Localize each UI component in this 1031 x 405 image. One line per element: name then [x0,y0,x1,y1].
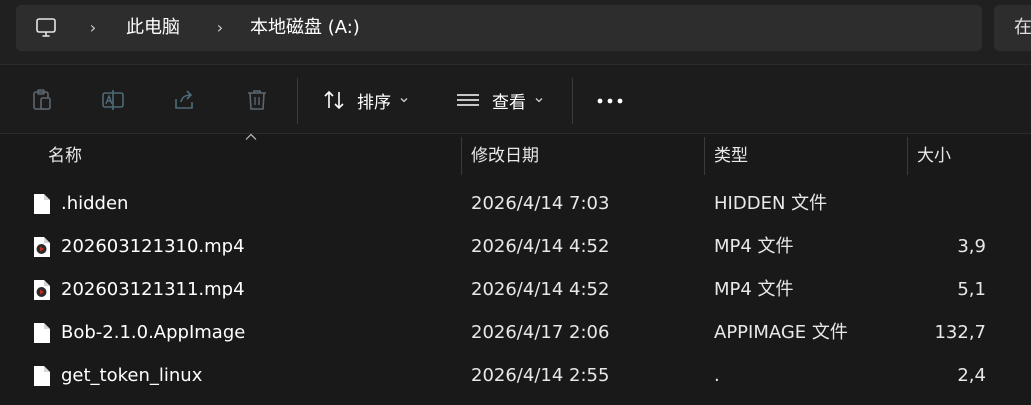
column-divider[interactable] [461,137,462,175]
breadcrumb-local-disk[interactable]: 本地磁盘 (A:) [250,18,360,38]
column-header-name[interactable]: 名称 [48,135,82,177]
file-size: 3,9 [957,236,986,257]
chevron-down-icon [400,98,408,103]
file-size: 5,1 [957,279,986,300]
column-divider[interactable] [907,137,908,175]
file-type: APPIMAGE 文件 [714,322,848,343]
breadcrumb-chevron-icon[interactable]: › [213,18,227,38]
vertical-scroll-area[interactable] [986,135,1031,405]
address-region: › 此电脑 › 本地磁盘 (A:) 在 [0,0,1031,64]
file-type: MP4 文件 [714,236,794,257]
view-label: 查看 [492,92,526,113]
file-type: MP4 文件 [714,279,794,300]
file-date: 2026/4/14 2:55 [471,365,610,386]
column-header-row: 名称 修改日期 类型 大小 [0,135,986,177]
breadcrumb-this-pc[interactable]: 此电脑 [126,18,180,38]
file-name[interactable]: 202603121310.mp4 [61,225,245,268]
file-row[interactable]: 202603121310.mp4 2026/4/14 4:52 MP4 文件 3… [0,225,986,268]
file-size: 132,7 [934,322,986,343]
toolbar-divider [297,78,298,124]
paste-icon[interactable] [29,87,55,113]
column-header-type[interactable]: 类型 [714,135,748,177]
blank-file-icon [34,194,50,214]
search-input[interactable]: 在 [994,5,1031,51]
command-bar: 排序 查看 [0,64,1031,134]
file-date: 2026/4/14 7:03 [471,193,610,214]
file-name[interactable]: 202603121311.mp4 [61,268,245,311]
video-file-icon [34,237,50,257]
this-pc-icon[interactable] [34,16,58,40]
column-header-size[interactable]: 大小 [917,135,951,177]
sort-icon [324,90,344,110]
video-file-icon [34,280,50,300]
column-header-date[interactable]: 修改日期 [471,135,539,177]
blank-file-icon [34,366,50,386]
address-bar[interactable]: › 此电脑 › 本地磁盘 (A:) [16,5,982,51]
view-button[interactable]: 查看 [455,87,544,113]
file-row[interactable]: .hidden 2026/4/14 7:03 HIDDEN 文件 [0,182,986,225]
file-type: . [714,365,720,386]
file-name[interactable]: get_token_linux [61,354,202,397]
share-icon[interactable] [172,87,198,113]
sort-button[interactable]: 排序 [321,87,409,113]
file-row[interactable]: get_token_linux 2026/4/14 2:55 . 2,4 [0,354,986,397]
delete-icon[interactable] [244,87,270,113]
file-row[interactable]: 202603121311.mp4 2026/4/14 4:52 MP4 文件 5… [0,268,986,311]
more-options-icon[interactable] [596,97,624,105]
file-size [906,182,986,225]
toolbar-divider [572,78,573,124]
sort-label: 排序 [357,92,391,113]
file-row[interactable]: Bob-2.1.0.AppImage 2026/4/17 2:06 APPIMA… [0,311,986,354]
chevron-down-icon [535,98,543,103]
file-date: 2026/4/14 4:52 [471,236,610,257]
file-size: 2,4 [957,365,986,386]
view-list-icon [457,94,479,106]
column-divider[interactable] [704,137,705,175]
file-date: 2026/4/14 4:52 [471,279,610,300]
file-date: 2026/4/17 2:06 [471,322,610,343]
rename-icon[interactable] [100,87,126,113]
file-name[interactable]: .hidden [61,182,128,225]
breadcrumb-chevron-icon[interactable]: › [86,18,100,38]
blank-file-icon [34,323,50,343]
file-type: HIDDEN 文件 [714,193,828,214]
file-name[interactable]: Bob-2.1.0.AppImage [61,311,245,354]
sort-ascending-caret-icon [245,133,257,140]
search-placeholder: 在 [1014,17,1031,38]
